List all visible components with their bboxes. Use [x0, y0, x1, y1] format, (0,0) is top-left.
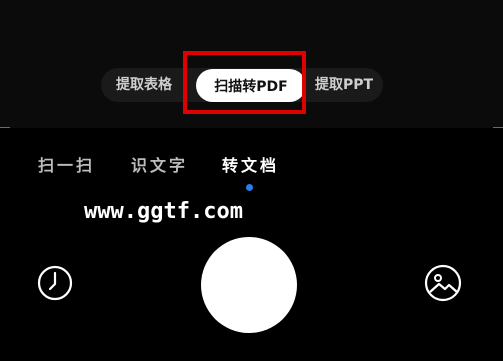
highlight-annotation: [183, 51, 306, 114]
tab-indicator-dot: [246, 184, 253, 191]
shutter-button[interactable]: [201, 237, 297, 333]
watermark-text: www.ggtf.com: [84, 199, 243, 224]
tab-scan[interactable]: 扫一扫: [38, 152, 95, 176]
divider-left: [0, 127, 10, 128]
tab-recognize-text[interactable]: 识文字: [131, 152, 188, 176]
tab-convert-document[interactable]: 转文档: [222, 152, 279, 176]
mode-extract-ppt[interactable]: 提取PPT: [315, 76, 373, 94]
history-button[interactable]: [37, 265, 73, 301]
mode-extract-table[interactable]: 提取表格: [116, 76, 172, 94]
clock-icon: [37, 265, 73, 301]
gallery-button[interactable]: [424, 264, 462, 302]
divider-right: [493, 127, 503, 128]
gallery-icon: [424, 264, 462, 302]
